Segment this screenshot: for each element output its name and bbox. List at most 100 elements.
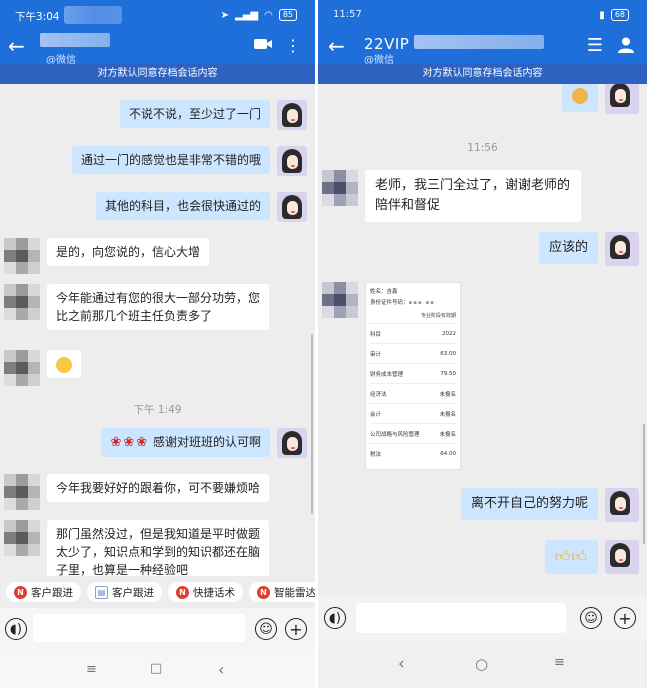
table-row: 税法 64.00 xyxy=(370,443,456,464)
my-avatar[interactable] xyxy=(277,192,307,222)
menu-icon[interactable]: ☰ xyxy=(587,36,603,56)
message-timestamp: 下午 1:49 xyxy=(133,404,182,416)
wifi-icon: ◠ xyxy=(264,9,273,21)
chip-smart-radar[interactable]: N 智能雷达 xyxy=(249,582,315,602)
message-bubble[interactable] xyxy=(47,350,81,378)
my-avatar[interactable] xyxy=(277,146,307,176)
signal-icon: ▂▄▆ xyxy=(235,9,259,21)
back-nav-icon[interactable]: ‹ xyxy=(218,660,224,679)
message-bubble[interactable]: ❀ ❀ ❀ 感谢对班班的认可啊 xyxy=(101,428,270,457)
message-row: 离不开自己的努力呢 xyxy=(460,488,639,522)
my-avatar[interactable] xyxy=(277,100,307,130)
message-bubble[interactable]: 是的，向您说的，信心大增 xyxy=(47,238,210,266)
n-logo-icon: N xyxy=(257,585,270,599)
contact-avatar[interactable] xyxy=(4,238,40,274)
emoji-button-icon[interactable]: ☺ xyxy=(580,607,602,629)
chip-customer-follow-up[interactable]: N 客户跟进 xyxy=(6,582,81,602)
message-list[interactable]: 不说不说，至少过了一门 通过一门的感觉也是非常不错的哦 其他的科目，也会很快通过… xyxy=(0,84,315,576)
redacted-id: ▪▪▪ ▪▪ xyxy=(408,300,435,306)
message-bubble[interactable]: 今年我要好好的跟着你，可不要嫌烦哈 xyxy=(47,474,270,502)
add-attachment-icon[interactable]: + xyxy=(614,607,636,629)
my-avatar[interactable] xyxy=(605,84,639,114)
blurred-status-content xyxy=(64,6,122,24)
message-list[interactable]: 11:56 老师，我三门全过了，谢谢老师的陪伴和督促 应该的 姓名：吉鑫 身份证… xyxy=(318,84,647,596)
left-chat-screen: 下午3:04 ➤ ▂▄▆ ◠ 85 ← @微信 ⋮ 对方默认同意存档会话内容 不… xyxy=(0,0,315,688)
contact-avatar[interactable] xyxy=(4,284,40,320)
table-row: 会计 未报名 xyxy=(370,403,456,424)
message-bubble[interactable]: 不说不说，至少过了一门 xyxy=(119,100,270,128)
status-time: 下午3:04 xyxy=(15,11,60,23)
right-chat-screen: 11:57 ▮ 68 ← 22VIP @微信 ☰ 对方默认同意存档会话内容 11… xyxy=(318,0,647,688)
message-text: 感谢对班班的认可啊 xyxy=(152,435,261,449)
cert-id-line: 身份证件号码：▪▪▪ ▪▪ xyxy=(370,300,435,306)
system-nav-bar: ≡ □ ‹ xyxy=(0,652,315,688)
message-input[interactable] xyxy=(33,614,245,642)
chip-customer-follow-up-doc[interactable]: ▤ 客户跟进 xyxy=(87,582,162,602)
chip-label: 客户跟进 xyxy=(31,586,73,599)
rose-emoji-icon: ❀ xyxy=(123,435,135,450)
document-icon: ▤ xyxy=(95,585,108,599)
message-bubble[interactable]: 通过一门的感觉也是非常不错的哦 xyxy=(71,146,270,174)
chat-header: ← 22VIP @微信 ☰ xyxy=(318,30,647,66)
my-avatar[interactable] xyxy=(605,488,639,522)
message-input[interactable] xyxy=(356,603,566,633)
cert-name-line: 姓名：吉鑫 xyxy=(370,289,398,295)
archive-notice: 对方默认同意存档会话内容 xyxy=(318,64,647,84)
my-avatar[interactable] xyxy=(605,232,639,266)
thumbs-up-icon: 👍︎ xyxy=(554,547,571,565)
back-arrow-icon[interactable]: ← xyxy=(8,35,25,57)
status-time: 11:57 xyxy=(333,9,362,20)
home-icon[interactable]: ○ xyxy=(475,655,488,673)
scrollbar[interactable] xyxy=(311,334,313,514)
message-bubble[interactable]: 其他的科目，也会很快通过的 xyxy=(95,192,270,220)
system-icons: ➤ ▂▄▆ ◠ 85 xyxy=(221,9,297,21)
message-row xyxy=(562,84,639,114)
contact-avatar[interactable] xyxy=(4,474,40,510)
voice-input-icon[interactable]: ◖) xyxy=(324,607,346,629)
contact-avatar[interactable] xyxy=(322,170,358,206)
back-arrow-icon[interactable]: ← xyxy=(328,35,345,57)
table-row: 财务成本管理 79.50 xyxy=(370,363,456,384)
rose-emoji-icon: ❀ xyxy=(136,435,148,450)
message-bubble[interactable]: 老师，我三门全过了，谢谢老师的陪伴和督促 xyxy=(365,170,581,222)
message-row: 通过一门的感觉也是非常不错的哦 xyxy=(71,146,307,176)
archive-notice: 对方默认同意存档会话内容 xyxy=(0,64,315,84)
back-nav-icon[interactable]: ‹ xyxy=(398,654,405,674)
home-icon[interactable]: □ xyxy=(150,661,162,676)
add-attachment-icon[interactable]: + xyxy=(285,618,307,640)
n-logo-icon: N xyxy=(14,585,27,599)
message-bubble[interactable]: 应该的 xyxy=(538,232,598,264)
recent-apps-icon[interactable]: ≡ xyxy=(86,662,97,677)
my-avatar[interactable] xyxy=(605,540,639,574)
contact-avatar[interactable] xyxy=(4,350,40,386)
system-nav-bar: ‹ ○ ≡ xyxy=(318,640,647,688)
profile-icon[interactable] xyxy=(617,36,635,59)
rose-emoji-icon: ❀ xyxy=(110,435,122,450)
message-row xyxy=(4,350,81,386)
message-bubble[interactable]: 今年能通过有您的很大一部分功劳，您比之前那几个班主任负责多了 xyxy=(47,284,269,330)
contact-avatar[interactable] xyxy=(322,282,358,318)
message-bubble[interactable]: 那门虽然没过，但是我知道是平时做题太少了，知识点和学到的知识都还在脑子里，也算是… xyxy=(47,520,269,576)
sim-icon: ▮ xyxy=(599,9,605,21)
input-bar: ◖) ☺ + xyxy=(318,596,647,640)
recent-apps-icon[interactable]: ≡ xyxy=(554,655,565,670)
my-avatar[interactable] xyxy=(277,428,307,458)
table-row: 经济法 未报名 xyxy=(370,383,456,404)
more-options-icon[interactable]: ⋮ xyxy=(285,36,301,56)
battery-icon: 68 xyxy=(610,9,629,21)
message-bubble[interactable]: 👍︎👍︎ xyxy=(544,540,598,574)
scrollbar[interactable] xyxy=(643,424,645,544)
chip-quick-phrases[interactable]: N 快捷话术 xyxy=(168,582,243,602)
table-row: 科目 2022 xyxy=(370,323,456,344)
emoji-button-icon[interactable]: ☺ xyxy=(255,618,277,640)
message-row: 老师，我三门全过了，谢谢老师的陪伴和督促 xyxy=(322,170,581,222)
message-bubble[interactable]: 离不开自己的努力呢 xyxy=(460,488,598,520)
video-call-icon[interactable] xyxy=(253,36,273,57)
contact-avatar[interactable] xyxy=(4,520,40,556)
certificate-image[interactable]: 姓名：吉鑫 身份证件号码：▪▪▪ ▪▪ 专业阶段有效期 科目 2022 审计 63.… xyxy=(365,282,461,470)
message-row: 不说不说，至少过了一门 xyxy=(119,100,307,130)
cert-section-title: 专业阶段有效期 xyxy=(420,313,456,319)
voice-input-icon[interactable]: ◖) xyxy=(5,618,27,640)
message-bubble[interactable] xyxy=(562,84,598,112)
n-logo-icon: N xyxy=(176,585,189,599)
